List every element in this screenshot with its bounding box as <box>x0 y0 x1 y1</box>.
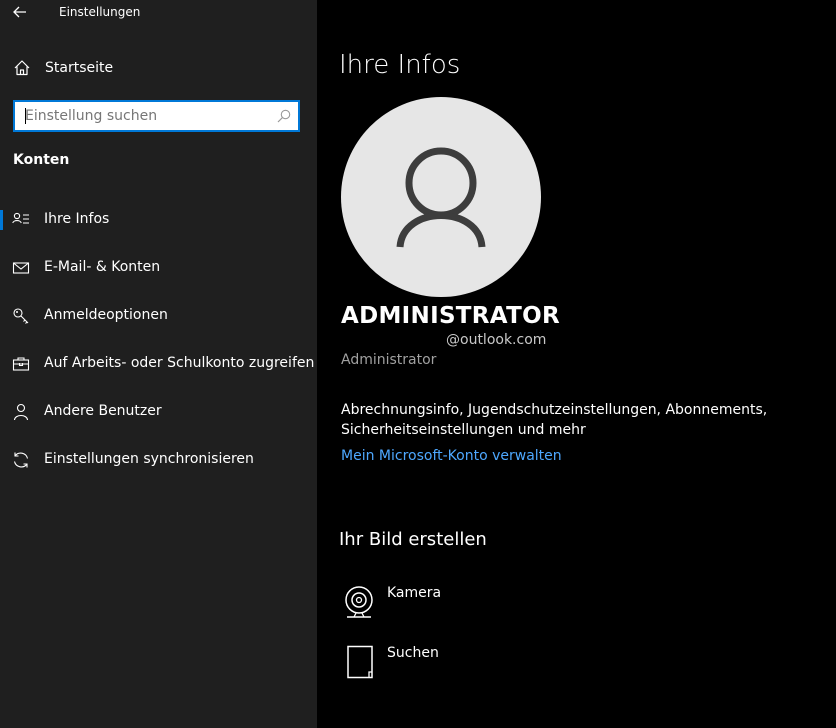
sidebar-item-label: Startseite <box>45 60 114 76</box>
window-title: Einstellungen <box>59 5 141 19</box>
avatar <box>341 97 541 297</box>
sidebar-item-ihre-infos[interactable]: Ihre Infos <box>0 202 317 238</box>
search-box <box>13 100 300 132</box>
sidebar-item-label: Auf Arbeits- oder Schulkonto zugreifen <box>44 355 315 371</box>
manage-account-link[interactable]: Mein Microsoft-Konto verwalten <box>341 448 562 464</box>
user-info-icon <box>12 212 29 224</box>
back-button[interactable] <box>8 2 32 22</box>
sidebar-item-email-konten[interactable]: E-Mail- & Konten <box>0 250 317 286</box>
title-bar: Einstellungen <box>0 0 317 26</box>
search-icon <box>277 109 291 123</box>
user-name: ADMINISTRATOR <box>341 303 560 329</box>
sidebar-item-label: Andere Benutzer <box>44 403 162 419</box>
settings-window: Einstellungen Startseite Konten <box>0 0 836 728</box>
browse-icon <box>347 645 373 679</box>
sidebar-item-anmeldeoptionen[interactable]: Anmeldeoptionen <box>0 298 317 334</box>
search-button[interactable] <box>276 108 292 124</box>
camera-option[interactable]: Kamera <box>341 585 541 629</box>
browse-option[interactable]: Suchen <box>341 645 541 689</box>
active-indicator <box>0 210 3 230</box>
main-content: Ihre Infos ADMINISTRATOR @outlook.com Ad… <box>317 0 836 728</box>
sidebar-item-home[interactable]: Startseite <box>0 55 317 83</box>
sidebar-item-andere-benutzer[interactable]: Andere Benutzer <box>0 394 317 430</box>
sidebar-item-label: Einstellungen synchronisieren <box>44 451 254 467</box>
page-title: Ihre Infos <box>339 50 461 80</box>
key-icon <box>13 308 29 324</box>
camera-icon <box>345 586 373 618</box>
user-email: @outlook.com <box>446 332 547 348</box>
sidebar-item-label: Ihre Infos <box>44 211 110 227</box>
sidebar-item-synchronisieren[interactable]: Einstellungen synchronisieren <box>0 442 317 478</box>
mail-icon <box>12 262 30 274</box>
search-input[interactable] <box>15 102 270 130</box>
briefcase-icon <box>12 357 30 371</box>
user-role: Administrator <box>341 352 437 368</box>
sidebar: Einstellungen Startseite Konten <box>0 0 317 728</box>
section-title: Konten <box>13 152 70 168</box>
camera-option-label: Kamera <box>387 585 442 601</box>
account-info-text: Abrechnungsinfo, Jugendschutzeinstellung… <box>341 402 768 438</box>
back-arrow-icon <box>13 6 26 18</box>
picture-section-title: Ihr Bild erstellen <box>339 529 487 550</box>
browse-option-label: Suchen <box>387 645 439 661</box>
text-caret <box>25 108 26 124</box>
user-avatar-icon <box>396 147 486 248</box>
sync-icon <box>13 452 29 468</box>
home-icon <box>14 60 30 76</box>
sidebar-item-label: E-Mail- & Konten <box>44 259 161 275</box>
sidebar-item-arbeitskonto[interactable]: Auf Arbeits- oder Schulkonto zugreifen <box>0 346 317 382</box>
person-icon <box>13 403 29 421</box>
sidebar-item-label: Anmeldeoptionen <box>44 307 168 323</box>
